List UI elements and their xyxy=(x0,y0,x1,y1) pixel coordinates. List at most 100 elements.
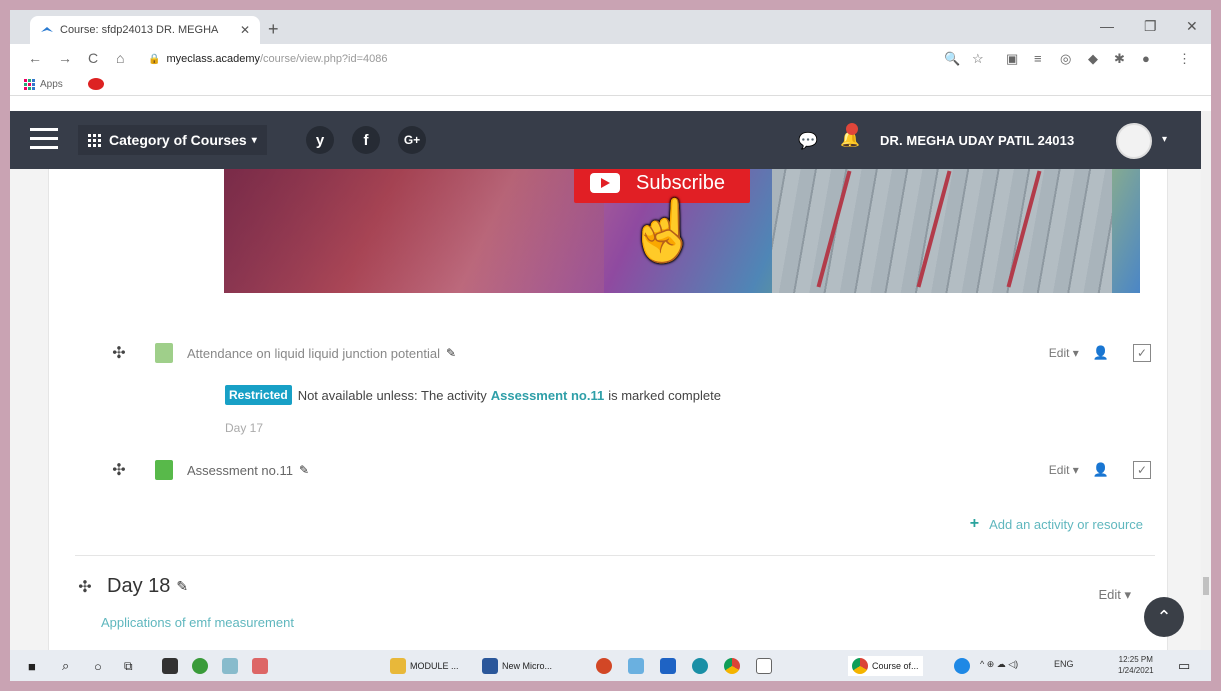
taskbar-item-module[interactable]: MODULE ... xyxy=(390,656,459,676)
language-indicator[interactable]: ENG xyxy=(1054,659,1074,669)
taskbar-clock[interactable]: 12:25 PM 1/24/2021 xyxy=(1118,654,1154,676)
user-menu-caret-icon[interactable]: ▾ xyxy=(1162,134,1167,145)
activity-assessment: ✣ Assessment no.11 ✎ Edit ▾ 👤 ✓ xyxy=(111,457,1151,483)
move-icon[interactable]: ✣ xyxy=(111,460,127,480)
hamburger-menu-icon[interactable] xyxy=(30,128,58,155)
grid-icon xyxy=(88,133,101,147)
app-teal-icon[interactable] xyxy=(692,656,708,676)
section-edit-menu[interactable]: Edit ▾ xyxy=(1098,587,1131,603)
category-label: Category of Courses xyxy=(109,132,247,148)
hand-pointer-icon: ☝ xyxy=(626,197,701,264)
add-activity-link[interactable]: + Add an activity or resource xyxy=(970,515,1143,533)
restriction-prefix: Not available unless: The activity xyxy=(297,387,487,403)
app-paint-icon[interactable] xyxy=(222,656,238,676)
facebook-icon[interactable]: f xyxy=(352,126,380,154)
youtube-banner[interactable]: Subscribe ☝ xyxy=(224,169,1140,293)
tab-close-icon[interactable]: ✕ xyxy=(240,23,250,37)
browser-window: Course: sfdp24013 DR. MEGHA ✕ + — ❐ ✕ ← … xyxy=(10,10,1211,650)
course-section-card: Subscribe ☝ ✣ Attendance on liquid liqui… xyxy=(48,169,1168,650)
edit-pencil-icon[interactable]: ✎ xyxy=(176,578,188,595)
google-plus-icon[interactable]: G+ xyxy=(398,126,426,154)
favicon-icon xyxy=(41,27,53,32)
page-scrollbar[interactable] xyxy=(1201,111,1211,650)
task-view-icon[interactable]: ⧉ xyxy=(124,656,133,676)
browser-menu-icon[interactable]: ⋮ xyxy=(1178,51,1191,67)
zoom-icon[interactable]: 🔍 xyxy=(944,51,960,67)
user-name[interactable]: DR. MEGHA UDAY PATIL 24013 xyxy=(880,133,1074,148)
avatar[interactable] xyxy=(1116,123,1152,159)
app-red-icon[interactable] xyxy=(252,656,268,676)
restriction-info: Restricted Not available unless: The act… xyxy=(225,385,721,405)
completion-checkbox[interactable]: ✓ xyxy=(1133,461,1151,479)
bookmark-star-icon[interactable]: ☆ xyxy=(972,51,984,67)
address-bar[interactable]: 🔒 myeclass.academy /course/view.php?id=4… xyxy=(148,48,938,70)
chevron-down-icon: ▾ xyxy=(251,134,257,146)
app-green-icon[interactable] xyxy=(192,656,208,676)
add-activity-label: Add an activity or resource xyxy=(989,516,1143,532)
section-divider xyxy=(75,555,1155,556)
site-navbar: Category of Courses ▾ y f G+ 💬 🔔 DR. MEG… xyxy=(10,111,1211,169)
move-icon[interactable]: ✣ xyxy=(111,343,127,363)
cortana-icon[interactable]: ○ xyxy=(94,656,102,676)
section-title: Day 18 xyxy=(107,575,171,597)
back-to-top-button[interactable]: ⌃ xyxy=(1144,597,1184,637)
section-header: ✣ Day 18 ✎ xyxy=(77,575,188,598)
bookmark-logo-icon[interactable] xyxy=(88,78,104,90)
edit-menu[interactable]: Edit ▾ xyxy=(1049,463,1079,477)
url-path: /course/view.php?id=4086 xyxy=(260,53,388,65)
powerpoint-icon[interactable] xyxy=(596,656,612,676)
completion-checkbox[interactable]: ✓ xyxy=(1133,344,1151,362)
activity-name[interactable]: Assessment no.11 xyxy=(187,463,293,478)
minimize-button[interactable]: — xyxy=(1100,18,1114,34)
extension-icon[interactable]: ◎ xyxy=(1060,51,1071,67)
tab-title: Course: sfdp24013 DR. MEGHA xyxy=(60,24,219,36)
taskbar-item-chrome-course[interactable]: Course of... xyxy=(848,656,923,676)
new-tab-button[interactable]: + xyxy=(268,19,279,40)
back-icon[interactable]: ← xyxy=(28,50,42,66)
restore-button[interactable]: ❐ xyxy=(1144,18,1157,35)
course-content: Subscribe ☝ ✣ Attendance on liquid liqui… xyxy=(10,169,1211,650)
scrollbar-thumb[interactable] xyxy=(1203,577,1209,595)
extensions-puzzle-icon[interactable]: ✱ xyxy=(1114,51,1125,67)
app-dark-blue-icon[interactable] xyxy=(660,656,676,676)
tray-icons[interactable]: ^ ⊕ ☁ ◁) xyxy=(980,659,1018,670)
taskbar-item-word[interactable]: New Micro... xyxy=(482,656,552,676)
category-of-courses-button[interactable]: Category of Courses ▾ xyxy=(78,125,267,155)
windows-taskbar: ■ ⌕ ○ ⧉ MODULE ... New Micro... Course o… xyxy=(10,650,1211,681)
extension-cast-icon[interactable]: ▣ xyxy=(1006,51,1018,67)
reload-icon[interactable]: C xyxy=(88,50,98,66)
messages-icon[interactable]: 💬 xyxy=(798,131,818,151)
extension-reader-icon[interactable]: ≡ xyxy=(1034,51,1042,66)
forward-icon[interactable]: → xyxy=(58,50,72,66)
windows-start-icon[interactable]: ■ xyxy=(28,656,36,676)
restricted-badge: Restricted xyxy=(225,385,292,405)
twitter-icon[interactable]: y xyxy=(306,126,334,154)
search-icon[interactable]: ⌕ xyxy=(62,656,69,676)
profile-icon[interactable]: ● xyxy=(1142,51,1150,66)
chrome-icon[interactable] xyxy=(724,656,740,676)
action-center-icon[interactable]: ▭ xyxy=(1178,656,1190,676)
bookmarks-bar: Apps xyxy=(10,74,1211,96)
home-icon[interactable]: ⌂ xyxy=(116,50,124,66)
store-icon[interactable] xyxy=(162,656,178,676)
chrome-icon xyxy=(852,658,868,674)
edit-menu[interactable]: Edit ▾ xyxy=(1049,346,1079,360)
clock-time: 12:25 PM xyxy=(1118,655,1153,664)
notepad-icon[interactable] xyxy=(756,656,772,676)
group-mode-icon[interactable]: 👤 xyxy=(1093,462,1109,478)
extension-shield-icon[interactable]: ◆ xyxy=(1088,51,1098,67)
activity-name[interactable]: Attendance on liquid liquid junction pot… xyxy=(187,346,440,361)
move-icon[interactable]: ✣ xyxy=(77,577,93,597)
help-icon[interactable] xyxy=(954,656,970,676)
group-mode-icon[interactable]: 👤 xyxy=(1093,345,1109,361)
apps-bookmark[interactable]: Apps xyxy=(40,79,63,90)
browser-tab[interactable]: Course: sfdp24013 DR. MEGHA ✕ xyxy=(30,16,260,44)
activity-attendance: ✣ Attendance on liquid liquid junction p… xyxy=(111,340,1151,366)
restriction-activity-link[interactable]: Assessment no.11 xyxy=(491,388,604,403)
close-window-button[interactable]: ✕ xyxy=(1186,18,1198,35)
apps-grid-icon[interactable] xyxy=(24,79,35,90)
edit-pencil-icon[interactable]: ✎ xyxy=(446,346,456,360)
app-blue-icon[interactable] xyxy=(628,656,644,676)
browser-toolbar: ← → C ⌂ 🔒 myeclass.academy /course/view.… xyxy=(10,44,1211,74)
edit-pencil-icon[interactable]: ✎ xyxy=(299,463,309,477)
